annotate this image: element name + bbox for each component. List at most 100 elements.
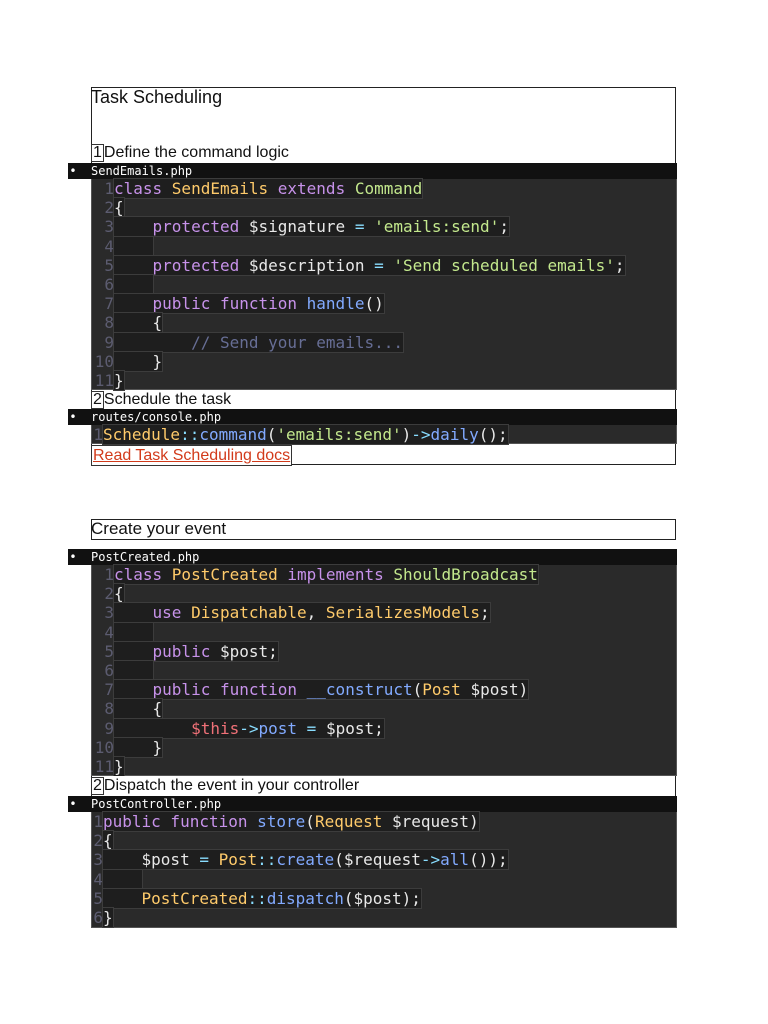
code-text [113, 274, 154, 295]
bullet-icon: • [69, 164, 77, 178]
line-number: 10 [94, 351, 114, 371]
line-number: 1 [93, 812, 103, 831]
code-text: { [102, 830, 114, 852]
code-line: 10 } [92, 736, 164, 758]
line-number: 7 [104, 680, 114, 700]
line-number: 3 [93, 850, 103, 870]
line-number: 5 [104, 255, 114, 275]
file-name: PostController.php [91, 797, 222, 811]
file-tab-console[interactable]: • routes/console.php [68, 409, 677, 425]
line-number: 8 [104, 313, 114, 333]
code-text: } [102, 907, 114, 928]
line-number: 6 [104, 661, 114, 680]
code-text: $post = Post::create($request->all()); [102, 849, 509, 871]
code-line: 5 PostCreated::dispatch($post); [92, 887, 422, 909]
line-number: 8 [104, 699, 114, 719]
code-text: protected $signature = 'emails:send'; [113, 216, 510, 238]
code-line: 4 [92, 235, 154, 257]
line-number: 11 [94, 371, 114, 390]
code-text: class SendEmails extends Command [112, 178, 424, 199]
code-text [113, 660, 154, 681]
code-line: 6} [92, 907, 114, 928]
code-text: } [113, 756, 125, 777]
code-line: 8 { [92, 312, 164, 334]
bullet-icon: • [69, 410, 77, 424]
code-line: 11} [92, 370, 125, 391]
line-number: 5 [104, 641, 114, 661]
bullet-icon: • [69, 797, 77, 811]
code-block-console: 1Schedule::command('emails:send')->daily… [91, 424, 677, 445]
line-number: 4 [104, 236, 114, 256]
code-line: 1class PostCreated implements ShouldBroa… [92, 564, 539, 585]
code-line: 10 } [92, 350, 164, 372]
code-text: protected $description = 'Send scheduled… [113, 254, 626, 276]
section-title: Create your event [91, 519, 227, 538]
code-line: 7 public function handle() [92, 293, 385, 315]
code-block-postcontroller: 1public function store(Request $request)… [91, 811, 677, 928]
code-text [113, 235, 154, 257]
code-text: class PostCreated implements ShouldBroad… [113, 564, 539, 585]
code-line: 5 protected $description = 'Send schedul… [92, 254, 626, 276]
line-number: 1 [104, 565, 114, 584]
code-text: } [112, 350, 164, 372]
code-text [113, 621, 154, 643]
line-number: 2 [93, 831, 103, 851]
code-block-sendemails: 1class SendEmails extends Command 2{3 pro… [91, 178, 677, 391]
code-line: 7 public function __construct(Post $post… [92, 679, 530, 701]
code-text: { [112, 698, 164, 720]
line-number: 3 [104, 217, 114, 237]
step-label: Dispatch the event in your controller [103, 777, 360, 794]
file-tab-sendemails[interactable]: • SendEmails.php [68, 163, 677, 179]
code-text: $this->post = $post; [113, 717, 385, 739]
code-line: 1class SendEmails extends Command [92, 178, 424, 199]
line-number: 6 [104, 275, 114, 294]
code-line: 9 // Send your emails... [92, 331, 404, 353]
code-text: Schedule::command('emails:send')->daily(… [102, 424, 509, 445]
code-line: 1Schedule::command('emails:send')->daily… [92, 424, 509, 445]
code-line: 2{ [92, 830, 114, 852]
code-text: PostCreated::dispatch($post); [102, 887, 422, 909]
line-number: 10 [94, 737, 114, 757]
code-line: 9 $this->post = $post; [92, 717, 385, 739]
code-text: public function handle() [113, 293, 385, 315]
code-line: 3 $post = Post::create($request->all()); [92, 849, 509, 871]
file-tab-postcontroller[interactable]: • PostController.php [68, 796, 677, 812]
code-text: { [113, 583, 125, 605]
line-number: 7 [104, 294, 114, 314]
code-line: 6 [92, 660, 154, 681]
step-number: 2 [91, 391, 104, 409]
code-text: public $post; [113, 640, 279, 662]
code-block-postcreated: 1class PostCreated implements ShouldBroa… [91, 564, 677, 777]
line-number: 9 [104, 718, 114, 738]
file-name: routes/console.php [91, 410, 222, 424]
code-text [102, 868, 143, 890]
scheduling-docs-link[interactable]: Read Task Scheduling docs [91, 445, 293, 466]
code-line: 3 protected $signature = 'emails:send'; [92, 216, 510, 238]
line-number: 3 [104, 603, 114, 623]
line-number: 1 [104, 179, 114, 198]
line-number: 6 [93, 908, 103, 927]
code-line: 8 { [92, 698, 164, 720]
step-number: 2 [91, 777, 104, 795]
step-label: Schedule the task [103, 391, 232, 408]
code-text: } [113, 370, 125, 391]
code-line: 2{ [92, 197, 125, 219]
code-line: 4 [92, 621, 154, 643]
step-define-command: 1 Define the command logic [91, 144, 289, 162]
file-tab-postcreated[interactable]: • PostCreated.php [68, 549, 677, 565]
code-line: 5 public $post; [92, 640, 279, 662]
line-number: 4 [104, 622, 114, 642]
line-number: 11 [94, 757, 114, 776]
code-line: 4 [92, 868, 143, 890]
code-text: // Send your emails... [113, 331, 404, 353]
line-number: 2 [104, 198, 114, 218]
code-text: public function store(Request $request) [102, 811, 480, 832]
line-number: 1 [93, 425, 103, 444]
step-label: Define the command logic [103, 144, 289, 161]
code-text: { [113, 197, 125, 219]
code-line: 3 use Dispatchable, SerializesModels; [92, 602, 491, 624]
line-number: 2 [104, 584, 114, 604]
code-line: 11} [92, 756, 125, 777]
bullet-icon: • [69, 550, 77, 564]
section-title: Task Scheduling [91, 87, 223, 107]
